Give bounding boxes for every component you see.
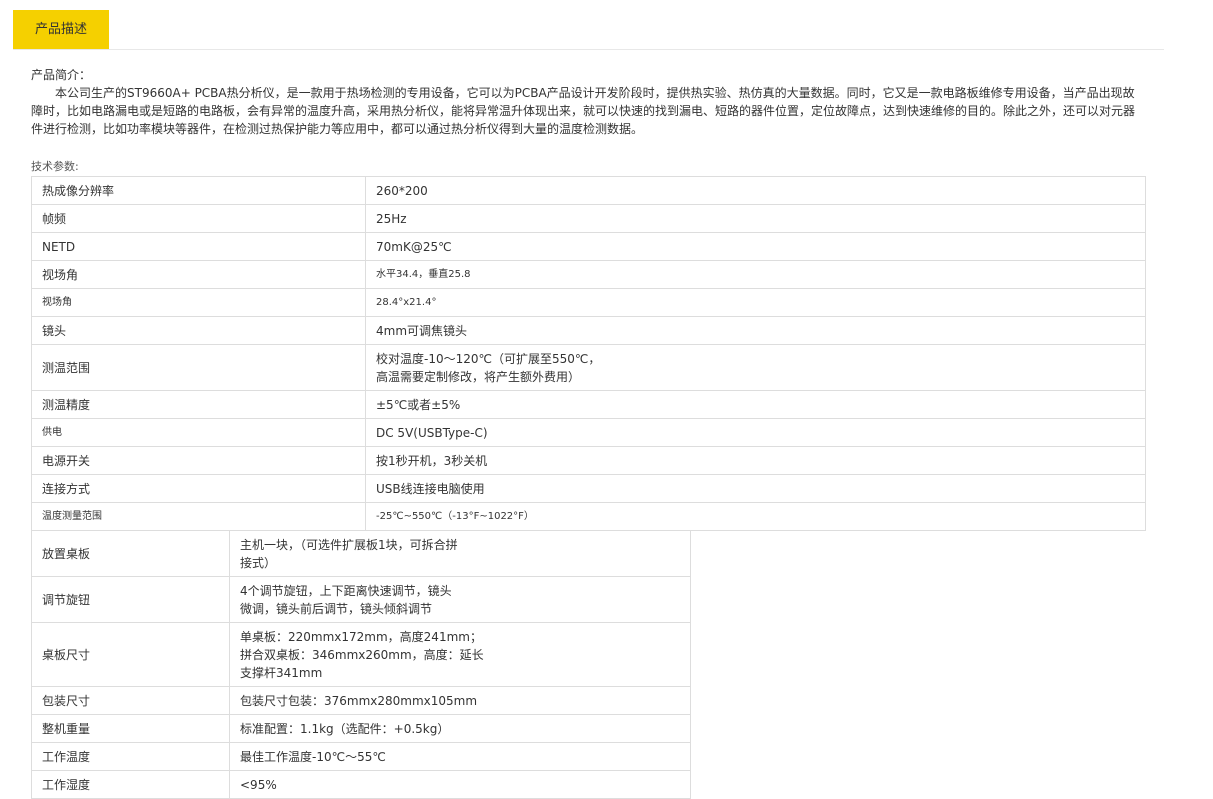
table-row: 调节旋钮 4个调节旋钮，上下距离快速调节，镜头 微调，镜头前后调节，镜头倾斜调节 [31, 576, 691, 623]
spec-value: 最佳工作温度-10℃～55℃ [229, 742, 691, 771]
product-intro: 产品简介： 本公司生产的ST9660A+ PCBA热分析仪，是一款用于热场检测的… [31, 66, 1143, 138]
spec-value: 4个调节旋钮，上下距离快速调节，镜头 微调，镜头前后调节，镜头倾斜调节 [229, 576, 691, 623]
table-row: 电源开关 按1秒开机，3秒关机 [31, 446, 1146, 475]
spec-key: 工作湿度 [31, 770, 230, 799]
spec-key: 测温精度 [31, 390, 366, 419]
spec-key: 桌板尺寸 [31, 622, 230, 687]
table-row: 整机重量 标准配置：1.1kg（选配件：+0.5kg） [31, 714, 691, 743]
specs-label: 技术参数: [31, 160, 79, 173]
table-row: 热成像分辨率 260*200 [31, 176, 1146, 205]
table-row: 温度测量范围 -25℃~550℃（-13°F~1022°F） [31, 502, 1146, 531]
tab-bar: 产品描述 [13, 10, 1164, 50]
spec-value: 标准配置：1.1kg（选配件：+0.5kg） [229, 714, 691, 743]
table-row: 视场角 水平34.4，垂直25.8 [31, 260, 1146, 289]
spec-key: 连接方式 [31, 474, 366, 503]
spec-value: USB线连接电脑使用 [365, 474, 1146, 503]
spec-value: 包装尺寸包装：376mmx280mmx105mm [229, 686, 691, 715]
table-row: 放置桌板 主机一块，（可选件扩展板1块，可拆合拼 接式） [31, 530, 691, 577]
table-row: 工作湿度 <95% [31, 770, 691, 799]
spec-value: 4mm可调焦镜头 [365, 316, 1146, 345]
spec-key: 帧频 [31, 204, 366, 233]
spec-key: 视场角 [31, 288, 366, 317]
spec-key: 电源开关 [31, 446, 366, 475]
spec-value: DC 5V(USBType-C) [365, 418, 1146, 447]
table-row: 镜头 4mm可调焦镜头 [31, 316, 1146, 345]
spec-value: 校对温度-10～120℃（可扩展至550℃， 高温需要定制修改，将产生额外费用） [365, 344, 1146, 391]
spec-value: -25℃~550℃（-13°F~1022°F） [365, 502, 1146, 531]
spec-table-secondary: 放置桌板 主机一块，（可选件扩展板1块，可拆合拼 接式） 调节旋钮 4个调节旋钮… [31, 530, 691, 799]
spec-key: 温度测量范围 [31, 502, 366, 531]
spec-value: 70mK@25℃ [365, 232, 1146, 261]
spec-value: <95% [229, 770, 691, 799]
spec-key: 整机重量 [31, 714, 230, 743]
table-row: 供电 DC 5V(USBType-C) [31, 418, 1146, 447]
spec-value: 28.4°x21.4° [365, 288, 1146, 317]
spec-key: 放置桌板 [31, 530, 230, 577]
table-row: 工作温度 最佳工作温度-10℃～55℃ [31, 742, 691, 771]
spec-table-primary: 热成像分辨率 260*200 帧频 25Hz NETD 70mK@25℃ 视场角… [31, 176, 1146, 531]
table-row: 连接方式 USB线连接电脑使用 [31, 474, 1146, 503]
table-row: 视场角 28.4°x21.4° [31, 288, 1146, 317]
spec-key: 测温范围 [31, 344, 366, 391]
table-row: 测温精度 ±5℃或者±5% [31, 390, 1146, 419]
spec-value: 水平34.4，垂直25.8 [365, 260, 1146, 289]
tab-product-description[interactable]: 产品描述 [13, 10, 109, 49]
table-row: 包装尺寸 包装尺寸包装：376mmx280mmx105mm [31, 686, 691, 715]
spec-value: ±5℃或者±5% [365, 390, 1146, 419]
table-row: NETD 70mK@25℃ [31, 232, 1146, 261]
spec-value: 单桌板：220mmx172mm，高度241mm； 拼合双桌板：346mmx260… [229, 622, 691, 687]
spec-value: 按1秒开机，3秒关机 [365, 446, 1146, 475]
table-row: 测温范围 校对温度-10～120℃（可扩展至550℃， 高温需要定制修改，将产生… [31, 344, 1146, 391]
spec-key: 视场角 [31, 260, 366, 289]
spec-key: NETD [31, 232, 366, 261]
intro-body: 本公司生产的ST9660A+ PCBA热分析仪，是一款用于热场检测的专用设备，它… [31, 86, 1136, 136]
spec-key: 调节旋钮 [31, 576, 230, 623]
spec-key: 镜头 [31, 316, 366, 345]
spec-value: 主机一块，（可选件扩展板1块，可拆合拼 接式） [229, 530, 691, 577]
spec-key: 工作温度 [31, 742, 230, 771]
table-row: 桌板尺寸 单桌板：220mmx172mm，高度241mm； 拼合双桌板：346m… [31, 622, 691, 687]
spec-key: 包装尺寸 [31, 686, 230, 715]
spec-key: 热成像分辨率 [31, 176, 366, 205]
spec-value: 25Hz [365, 204, 1146, 233]
table-row: 帧频 25Hz [31, 204, 1146, 233]
spec-value: 260*200 [365, 176, 1146, 205]
spec-key: 供电 [31, 418, 366, 447]
intro-heading: 产品简介： [31, 68, 92, 82]
